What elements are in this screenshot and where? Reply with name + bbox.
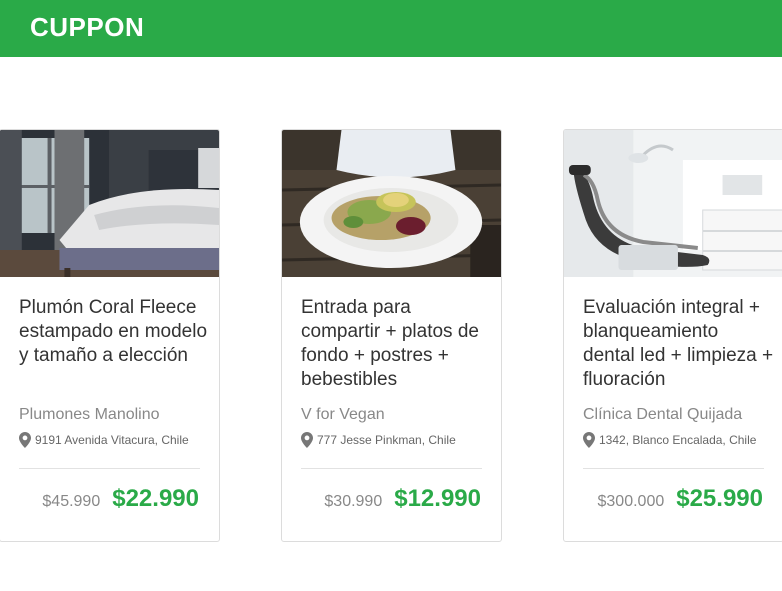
original-price: $300.000	[597, 493, 665, 510]
merchant-name: V for Vegan	[301, 406, 385, 423]
original-price: $45.990	[42, 493, 101, 510]
discount-price: $12.990	[394, 485, 481, 512]
deal-title[interactable]: Entrada para compartir + platos de fondo…	[301, 296, 493, 392]
divider	[301, 468, 482, 469]
merchant-address: 777 Jesse Pinkman, Chile	[301, 432, 499, 448]
divider	[19, 468, 200, 469]
discount-price: $25.990	[676, 485, 763, 512]
merchant-name: Plumones Manolino	[19, 406, 160, 423]
address-text: 777 Jesse Pinkman, Chile	[317, 433, 456, 447]
discount-price: $22.990	[112, 485, 199, 512]
address-text: 1342, Blanco Encalada, Chile	[599, 433, 757, 447]
map-pin-icon	[301, 432, 313, 448]
deal-card[interactable]: Evaluación integral + blanqueamiento den…	[563, 129, 782, 542]
dental-chair-photo[interactable]	[564, 130, 782, 277]
address-text: 9191 Avenida Vitacura, Chile	[35, 433, 189, 447]
merchant-address: 1342, Blanco Encalada, Chile	[583, 432, 781, 448]
map-pin-icon	[19, 432, 31, 448]
merchant-name: Clínica Dental Quijada	[583, 406, 743, 423]
price-row: $300.000 $25.990	[598, 485, 764, 513]
price-row: $45.990 $22.990	[42, 485, 199, 513]
deal-title[interactable]: Plumón Coral Fleece estampado en modelo …	[19, 296, 211, 368]
original-price: $30.990	[324, 493, 383, 510]
merchant-address: 9191 Avenida Vitacura, Chile	[19, 432, 217, 448]
brand-logo[interactable]: CUPPON	[30, 12, 144, 43]
divider	[583, 468, 764, 469]
map-pin-icon	[583, 432, 595, 448]
top-bar: CUPPON	[0, 0, 782, 57]
price-row: $30.990 $12.990	[324, 485, 481, 513]
deal-card[interactable]: Plumón Coral Fleece estampado en modelo …	[0, 129, 220, 542]
bedroom-duvet-photo[interactable]	[0, 130, 219, 277]
deal-card[interactable]: Entrada para compartir + platos de fondo…	[281, 129, 502, 542]
deal-title[interactable]: Evaluación integral + blanqueamiento den…	[583, 296, 775, 392]
vegan-salad-plate-photo[interactable]	[282, 130, 501, 277]
